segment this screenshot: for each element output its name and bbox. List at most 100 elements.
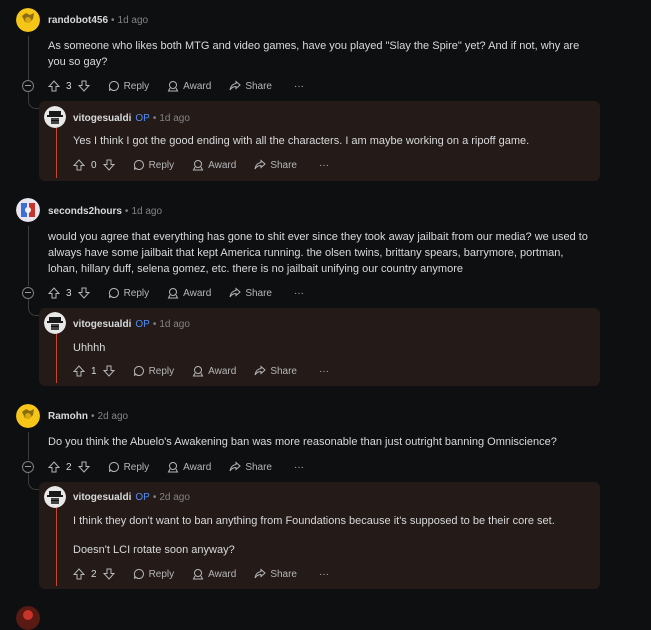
op-badge: OP xyxy=(135,492,150,503)
award-label: Award xyxy=(183,461,212,473)
author-name[interactable]: vitogesualdi xyxy=(73,113,131,124)
reply-button[interactable]: Reply xyxy=(133,568,174,580)
reply-button[interactable]: Reply xyxy=(108,287,150,299)
award-button[interactable]: Award xyxy=(192,365,236,377)
timestamp: 1d ago xyxy=(131,206,163,217)
award-label: Award xyxy=(208,159,237,171)
reply-label: Reply xyxy=(123,461,150,473)
reply-button[interactable]: Reply xyxy=(108,80,149,92)
timestamp: 1d ago xyxy=(117,15,149,26)
avatar[interactable] xyxy=(16,606,40,630)
op-badge: OP xyxy=(135,319,150,330)
vote-group: 2 xyxy=(48,461,90,473)
award-icon xyxy=(167,288,179,299)
collapse-button[interactable] xyxy=(22,287,34,299)
share-icon xyxy=(254,568,267,579)
reply-actions: 0 Reply Award Share ··· xyxy=(73,157,347,173)
more-options-button[interactable]: ··· xyxy=(290,288,304,299)
reply-button[interactable]: Reply xyxy=(108,461,150,473)
thread-connector xyxy=(28,299,39,316)
share-button[interactable]: Share xyxy=(229,461,272,473)
downvote-icon[interactable] xyxy=(77,80,90,92)
avatar[interactable] xyxy=(44,486,66,508)
reply-icon xyxy=(133,365,144,377)
comment-actions: 3 Reply Award Share ··· xyxy=(48,78,322,94)
reply-label: Reply xyxy=(123,287,150,299)
reply-icon xyxy=(108,287,119,299)
author-name[interactable]: vitogesualdi xyxy=(73,319,131,330)
reply-button[interactable]: Reply xyxy=(133,159,174,171)
downvote-icon[interactable] xyxy=(77,287,90,299)
thread-line[interactable] xyxy=(28,226,29,286)
comment-author[interactable]: randobot456 • 1d ago xyxy=(48,15,148,26)
collapse-button[interactable] xyxy=(22,461,34,473)
avatar[interactable] xyxy=(16,8,40,32)
upvote-icon[interactable] xyxy=(48,287,60,299)
comment-author[interactable]: Ramohn • 2d ago xyxy=(48,411,128,422)
comment-body: As someone who likes both MTG and video … xyxy=(48,40,580,68)
upvote-icon[interactable] xyxy=(48,80,60,92)
reply-author[interactable]: vitogesualdi OP • 2d ago xyxy=(73,492,190,503)
reply-author[interactable]: vitogesualdi OP • 1d ago xyxy=(73,319,190,330)
avatar[interactable] xyxy=(44,312,66,334)
downvote-icon[interactable] xyxy=(77,461,90,473)
award-icon xyxy=(192,160,204,171)
reply-icon xyxy=(108,461,119,473)
thread-line[interactable] xyxy=(28,36,29,80)
vote-count: 2 xyxy=(91,568,97,580)
award-label: Award xyxy=(183,80,212,92)
share-icon xyxy=(254,159,267,170)
separator-dot: • xyxy=(124,206,129,217)
award-button[interactable]: Award xyxy=(167,287,211,299)
more-options-button[interactable]: ··· xyxy=(290,462,304,473)
award-button[interactable]: Award xyxy=(167,80,211,92)
thread-connector xyxy=(28,473,39,490)
more-options-button[interactable]: ··· xyxy=(315,569,329,580)
downvote-icon[interactable] xyxy=(102,159,115,171)
vote-count: 0 xyxy=(91,159,97,171)
thread-connector xyxy=(28,92,39,109)
upvote-icon[interactable] xyxy=(73,568,85,580)
reply-author[interactable]: vitogesualdi OP • 1d ago xyxy=(73,113,190,124)
downvote-icon[interactable] xyxy=(102,568,115,580)
upvote-icon[interactable] xyxy=(73,365,85,377)
upvote-icon[interactable] xyxy=(48,461,60,473)
author-name[interactable]: vitogesualdi xyxy=(73,492,131,503)
author-name[interactable]: seconds2hours xyxy=(48,206,122,217)
comment-author[interactable]: seconds2hours • 1d ago xyxy=(48,206,162,217)
collapse-button[interactable] xyxy=(22,80,34,92)
award-icon xyxy=(167,462,179,473)
award-button[interactable]: Award xyxy=(192,159,236,171)
award-label: Award xyxy=(208,365,237,377)
separator-dot: • xyxy=(111,15,115,26)
avatar[interactable] xyxy=(16,404,40,428)
more-options-button[interactable]: ··· xyxy=(315,366,329,377)
avatar[interactable] xyxy=(44,106,66,128)
reply-icon xyxy=(108,80,119,92)
downvote-icon[interactable] xyxy=(102,365,115,377)
more-icon: ··· xyxy=(294,461,304,473)
award-button[interactable]: Award xyxy=(192,568,236,580)
share-icon xyxy=(229,80,242,91)
more-options-button[interactable]: ··· xyxy=(315,160,329,171)
reply-body: Uhhhh xyxy=(73,342,106,354)
award-button[interactable]: Award xyxy=(167,461,211,473)
avatar[interactable] xyxy=(16,198,40,222)
reply-body-paragraph: Doesn't LCI rotate soon anyway? xyxy=(73,544,235,556)
share-button[interactable]: Share xyxy=(254,365,297,377)
share-button[interactable]: Share xyxy=(254,159,297,171)
more-icon: ··· xyxy=(319,365,329,377)
reply-button[interactable]: Reply xyxy=(133,365,175,377)
author-name[interactable]: Ramohn xyxy=(48,411,88,422)
award-label: Award xyxy=(208,568,237,580)
share-button[interactable]: Share xyxy=(229,80,272,92)
share-label: Share xyxy=(270,568,297,580)
share-icon xyxy=(229,461,242,472)
thread-line[interactable] xyxy=(28,432,29,460)
author-name[interactable]: randobot456 xyxy=(48,15,108,26)
share-button[interactable]: Share xyxy=(254,568,297,580)
upvote-icon[interactable] xyxy=(73,159,85,171)
share-button[interactable]: Share xyxy=(229,287,272,299)
more-options-button[interactable]: ··· xyxy=(290,81,304,92)
reply-label: Reply xyxy=(148,365,175,377)
